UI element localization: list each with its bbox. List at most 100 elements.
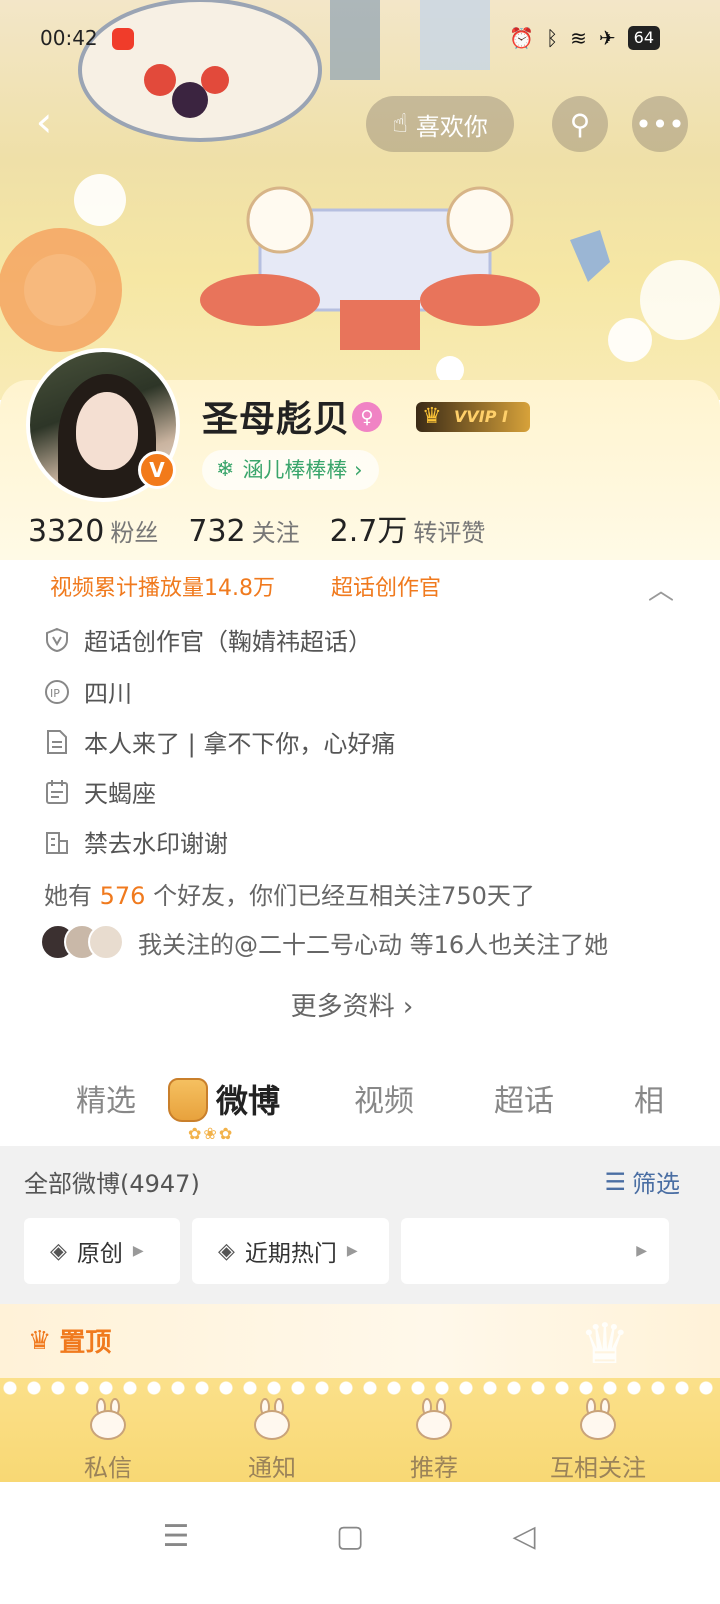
more-dots-icon: ••• bbox=[635, 107, 685, 141]
bow-decoration-icon: ✿❀✿ bbox=[188, 1124, 235, 1143]
info-row-zodiac: 天蝎座 bbox=[44, 774, 156, 809]
triangle-right-icon: ▶ bbox=[636, 1243, 647, 1259]
stat-followers[interactable]: 3320 粉丝 bbox=[28, 513, 158, 549]
filter-button[interactable]: ☰ 筛选 bbox=[604, 1164, 680, 1199]
triangle-left-icon: ◁ bbox=[512, 1518, 536, 1554]
bottom-tab-messages[interactable]: 私信 bbox=[38, 1398, 178, 1483]
like-you-button[interactable]: ☝ 喜欢你 bbox=[366, 96, 514, 152]
airplane-icon: ✈ bbox=[598, 26, 616, 50]
triangle-right-icon: ▶ bbox=[346, 1243, 358, 1259]
stat-likes-value: 2.7万 bbox=[329, 514, 408, 549]
bottom-tab-notifications-label: 通知 bbox=[248, 1454, 296, 1482]
friends-count: 576 bbox=[99, 882, 146, 910]
stat-followers-value: 3320 bbox=[28, 514, 105, 549]
stat-following-label: 关注 bbox=[251, 519, 300, 547]
back-system-button[interactable]: ◁ bbox=[494, 1506, 554, 1566]
svg-text:IP: IP bbox=[50, 687, 60, 700]
stat-following[interactable]: 732 关注 bbox=[188, 513, 299, 549]
honey-jar-icon bbox=[168, 1078, 208, 1122]
tab-featured[interactable]: 精选 bbox=[76, 1076, 136, 1120]
bunny-icon bbox=[242, 1398, 302, 1442]
layers-icon: ◈ bbox=[218, 1238, 235, 1264]
info-ip-text: 四川 bbox=[84, 680, 132, 708]
friends-suffix: 个好友，你们已经互相关注750天了 bbox=[153, 882, 535, 910]
more-button[interactable]: ••• bbox=[632, 96, 688, 152]
hand-heart-icon: ☝ bbox=[392, 109, 408, 139]
chevron-left-icon: ‹ bbox=[35, 97, 53, 146]
more-info-link[interactable]: 更多资料 › bbox=[0, 986, 704, 1023]
filter-label: 筛选 bbox=[632, 1170, 680, 1198]
bottom-tab-mutual-follow[interactable]: 互相关注 bbox=[528, 1398, 668, 1483]
bunny-icon bbox=[568, 1398, 628, 1442]
bunny-icon bbox=[404, 1398, 464, 1442]
crown-icon: ♛ bbox=[422, 404, 442, 429]
mutual-avatar bbox=[88, 924, 124, 960]
status-time: 00:42 bbox=[40, 26, 98, 50]
bunny-icon bbox=[78, 1398, 138, 1442]
bottom-tab-bar: 私信 通知 推荐 互相关注 bbox=[0, 1378, 720, 1482]
info-zodiac-text: 天蝎座 bbox=[84, 780, 156, 808]
female-gender-icon: ♀ bbox=[352, 402, 382, 432]
square-icon: ▢ bbox=[335, 1518, 365, 1554]
creator-tag[interactable]: 超话创作官 bbox=[331, 570, 441, 602]
snowflake-icon: ❄ bbox=[216, 457, 235, 482]
info-row-ip: IP 四川 bbox=[44, 674, 132, 709]
username: 圣母彪贝 bbox=[202, 399, 351, 440]
bottom-tab-mutual-follow-label: 互相关注 bbox=[550, 1454, 646, 1482]
stat-following-value: 732 bbox=[188, 514, 246, 549]
crown-icon: ♛ bbox=[28, 1325, 52, 1356]
stat-likes-label: 转评赞 bbox=[413, 519, 486, 547]
status-bar: 00:42 ⏰ ᛒ ≋ ✈ 64 bbox=[0, 0, 720, 80]
tab-supertopic[interactable]: 超话 bbox=[494, 1076, 554, 1120]
system-navigation-bar: ☰ ▢ ◁ bbox=[0, 1482, 720, 1604]
bluetooth-icon: ᛒ bbox=[546, 26, 559, 50]
chip-recent-hot[interactable]: ◈ 近期热门 ▶ bbox=[192, 1218, 389, 1284]
info-note-text: 禁去水印谢谢 bbox=[84, 830, 228, 858]
document-icon bbox=[44, 729, 70, 755]
info-creator-text: 超话创作官（鞠婧祎超话） bbox=[84, 628, 372, 656]
info-row-creator: 超话创作官（鞠婧祎超话） bbox=[44, 622, 372, 657]
stat-likes[interactable]: 2.7万 转评赞 bbox=[330, 506, 486, 550]
avatar-face bbox=[76, 392, 138, 470]
vip-label: VVIP I bbox=[454, 407, 508, 426]
chip-empty[interactable]: ▶ bbox=[401, 1218, 669, 1284]
app-notification-icon bbox=[112, 28, 134, 50]
home-button[interactable]: ▢ bbox=[320, 1506, 380, 1566]
calendar-icon bbox=[44, 779, 70, 805]
achievement-tags: 视频累计播放量14.8万 超话创作官 bbox=[50, 570, 690, 602]
ip-icon: IP bbox=[44, 679, 70, 705]
filter-sort-icon: ☰ bbox=[604, 1167, 626, 1196]
search-button[interactable]: ⚲ bbox=[552, 96, 608, 152]
menu-lines-icon: ☰ bbox=[162, 1518, 190, 1554]
tab-weibo[interactable]: 微博 bbox=[216, 1076, 280, 1122]
friends-line[interactable]: 她有 576 个好友，你们已经互相关注750天了 bbox=[44, 876, 535, 911]
wifi-icon: ≋ bbox=[570, 26, 587, 50]
profile-tabs: 精选 微博 ✿❀✿ 视频 超话 相 bbox=[0, 1064, 720, 1146]
feed-filter-section: 全部微博(4947) ☰ 筛选 ◈ 原创 ▶ ◈ 近期热门 ▶ ▶ bbox=[0, 1146, 720, 1304]
fan-group-badge[interactable]: ❄ 涵儿棒棒棒 › bbox=[202, 450, 379, 490]
bottom-tab-notifications[interactable]: 通知 bbox=[202, 1398, 342, 1483]
bottom-tab-messages-label: 私信 bbox=[84, 1454, 132, 1482]
video-plays-tag[interactable]: 视频累计播放量14.8万 bbox=[50, 570, 275, 602]
status-icons: ⏰ ᛒ ≋ ✈ 64 bbox=[509, 26, 660, 50]
fan-group-label: 涵儿棒棒棒 › bbox=[242, 458, 363, 482]
menu-button[interactable]: ☰ bbox=[146, 1506, 206, 1566]
bottom-tab-recommend[interactable]: 推荐 bbox=[364, 1398, 504, 1483]
mutual-followers-text: 我关注的@二十二号心动 等16人也关注了她 bbox=[138, 930, 609, 959]
vip-badge[interactable]: ♛ VVIP I bbox=[416, 402, 530, 432]
pinned-label: ♛ 置顶 bbox=[28, 1322, 111, 1359]
chip-original[interactable]: ◈ 原创 ▶ bbox=[24, 1218, 180, 1284]
tab-video[interactable]: 视频 bbox=[354, 1076, 414, 1120]
pinned-text: 置顶 bbox=[59, 1328, 112, 1358]
layers-icon: ◈ bbox=[50, 1238, 67, 1264]
like-you-label: 喜欢你 bbox=[415, 112, 488, 141]
back-button[interactable]: ‹ bbox=[22, 100, 66, 148]
tab-album[interactable]: 相 bbox=[634, 1076, 664, 1120]
top-nav: ‹ ☝ 喜欢你 ⚲ ••• bbox=[0, 92, 720, 156]
pinned-section: ♛ 置顶 ♛ bbox=[0, 1304, 720, 1378]
mutual-followers-row[interactable]: 我关注的@二十二号心动 等16人也关注了她 bbox=[40, 924, 608, 960]
chevron-up-icon[interactable]: ︿ bbox=[648, 570, 674, 607]
search-icon: ⚲ bbox=[569, 107, 591, 141]
friends-prefix: 她有 bbox=[44, 882, 92, 910]
alarm-icon: ⏰ bbox=[509, 26, 535, 50]
